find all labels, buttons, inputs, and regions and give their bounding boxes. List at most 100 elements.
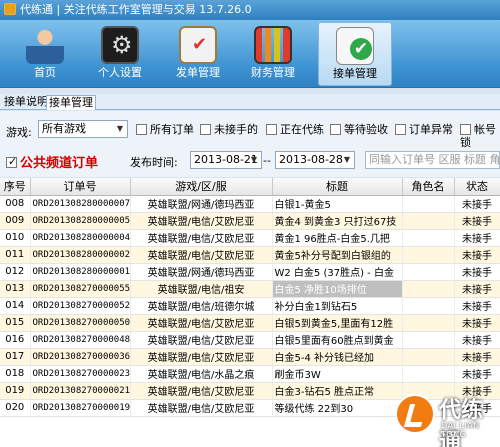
table-cell: ORD2013082700000369 [30, 348, 131, 366]
finance-chart-icon [254, 26, 292, 64]
table-cell: 010 [0, 229, 31, 247]
table-cell: ORD2013082800000010 [30, 263, 131, 281]
table-cell: 英雄联盟/电信/祖安 [130, 280, 273, 298]
column-header[interactable]: 角色名 [402, 178, 455, 196]
table-cell: 英雄联盟/电信/艾欧尼亚 [130, 331, 273, 349]
chevron-down-icon: ▼ [116, 124, 124, 133]
table-cell: 英雄联盟/电信/艾欧尼亚 [130, 382, 273, 400]
ribbon-home-button[interactable]: 首页 [8, 22, 82, 86]
table-cell: 白金5-4 补分钱已经加 [272, 348, 403, 366]
table-cell: ORD2013082700000502 [30, 314, 131, 332]
table-row[interactable]: 014 ORD2013082700000527 英雄联盟/电信/班德尔城 补分白金1到… [0, 297, 500, 315]
table-cell: 白金5 净胜10场排位 [272, 280, 403, 298]
table-cell: ORD2013082700000486 [30, 331, 131, 349]
accept-order-icon [336, 27, 374, 65]
table-row[interactable]: 009 ORD2013082800000056 英雄联盟/电信/艾欧尼亚 黄金4 到黄… [0, 212, 500, 230]
checkbox-label: 等待验收 [344, 123, 388, 136]
checkbox-label: 所有订单 [150, 123, 194, 136]
checkbox-box [460, 124, 471, 135]
table-row[interactable]: 016 ORD2013082700000486 英雄联盟/电信/艾欧尼亚 白银5里面有… [0, 331, 500, 349]
checkbox-order-exception[interactable]: 订单异常 [395, 123, 453, 137]
tab-accept-management[interactable]: 接单管理 [46, 95, 96, 110]
table-cell [402, 280, 455, 298]
table-cell: 英雄联盟/网通/德玛西亚 [130, 195, 273, 213]
checkbox-all-orders[interactable]: 所有订单 [136, 123, 194, 137]
table-cell: 011 [0, 246, 31, 264]
checkbox-not-accepted[interactable]: 未接手的 [200, 123, 258, 137]
table-row[interactable]: 015 ORD2013082700000502 英雄联盟/电信/艾欧尼亚 白银5到黄金… [0, 314, 500, 332]
table-cell [402, 297, 455, 315]
settings-icon [101, 26, 139, 64]
table-row[interactable]: 010 ORD2013082800000049 英雄联盟/电信/艾欧尼亚 黄金1 96… [0, 229, 500, 247]
game-select[interactable]: 所有游戏 ▼ [38, 120, 128, 138]
brand-watermark: 代练通 DAI LIAN TONG [395, 390, 500, 447]
checkbox-box [266, 124, 277, 135]
game-select-value: 所有游戏 [42, 122, 86, 135]
table-cell: 012 [0, 263, 31, 281]
table-cell: 白金3-钻石5 胜点正常 [272, 382, 403, 400]
checkbox-awaiting-review[interactable]: 等待验收 [330, 123, 388, 137]
table-cell: 014 [0, 297, 31, 315]
table-cell: 未接手 [454, 280, 500, 298]
ribbon-publish-button[interactable]: 发单管理 [161, 22, 235, 86]
table-row[interactable]: 011 ORD2013082800000025 英雄联盟/电信/艾欧尼亚 黄金5补分号… [0, 246, 500, 264]
table-cell: W2 白金5 (37胜点) - 白金 [272, 263, 403, 281]
table-row[interactable]: 017 ORD2013082700000369 英雄联盟/电信/艾欧尼亚 白金5-4 … [0, 348, 500, 366]
table-cell [402, 212, 455, 230]
column-header[interactable]: 订单号 [30, 178, 131, 196]
date-to-picker[interactable]: 2013-08-28 ▼ [275, 151, 355, 169]
table-cell: 白银1-黄金5 [272, 195, 403, 213]
checkbox-box [395, 124, 406, 135]
app-logo-icon [4, 3, 16, 15]
table-cell: ORD2013082800000049 [30, 229, 131, 247]
table-cell: 英雄联盟/电信/艾欧尼亚 [130, 229, 273, 247]
table-cell: 015 [0, 314, 31, 332]
clipboard-icon [179, 26, 217, 64]
ribbon-home-label: 首页 [34, 66, 56, 79]
column-header[interactable]: 标题 [272, 178, 403, 196]
column-header[interactable]: 状态 [454, 178, 500, 196]
table-cell [402, 246, 455, 264]
date-to-value: 2013-08-28 [279, 153, 343, 166]
table-cell [402, 331, 455, 349]
window-title: 代练通 | 关注代练工作室管理与交易 13.7.26.0 [20, 3, 252, 16]
ribbon-settings-button[interactable]: 个人设置 [83, 22, 157, 86]
column-header[interactable]: 游戏/区/服 [130, 178, 273, 196]
table-cell: 英雄联盟/电信/艾欧尼亚 [130, 348, 273, 366]
date-from-picker[interactable]: 2013-08-21 ▼ [190, 151, 262, 169]
table-cell: 黄金5补分号配到白银组的 [272, 246, 403, 264]
table-row[interactable]: 013 ORD2013082700000558 英雄联盟/电信/祖安 白金5 净胜10… [0, 280, 500, 298]
chevron-down-icon: ▼ [343, 155, 351, 164]
column-header[interactable]: 序号 [0, 178, 31, 196]
table-cell [402, 314, 455, 332]
home-icon [26, 26, 64, 64]
chevron-down-icon: ▼ [250, 155, 258, 164]
table-cell: 018 [0, 365, 31, 383]
tab-accept-instructions[interactable]: 接单说明 [2, 95, 50, 110]
table-cell: 未接手 [454, 212, 500, 230]
checkbox-in-progress[interactable]: 正在代练 [266, 123, 324, 137]
public-channel-label: 公共频道订单 [20, 156, 99, 171]
table-cell: 017 [0, 348, 31, 366]
ribbon-accept-orders-button[interactable]: 接单管理 [318, 22, 392, 86]
ribbon-accept-label: 接单管理 [333, 67, 377, 80]
table-row[interactable]: 008 ORD2013082800000077 英雄联盟/网通/德玛西亚 白银1-黄金… [0, 195, 500, 213]
table-cell: 008 [0, 195, 31, 213]
watermark-subtext: DAI LIAN TONG [441, 421, 480, 439]
table-cell: 013 [0, 280, 31, 298]
search-input[interactable]: 同输入订单号 区服 标题 角色 [365, 151, 500, 169]
table-cell: 020 [0, 399, 31, 417]
table-cell: ORD2013082800000077 [30, 195, 131, 213]
tab-strip: 接单说明 接单管理 [0, 94, 500, 110]
ribbon-finance-button[interactable]: 财务管理 [236, 22, 310, 86]
game-filter-label: 游戏: [6, 126, 32, 139]
table-row[interactable]: 018 ORD2013082700000235 英雄联盟/电信/水晶之痕 刷金币3W 未… [0, 365, 500, 383]
public-channel-toggle[interactable]: 公共频道订单 [6, 152, 98, 171]
table-cell: 未接手 [454, 246, 500, 264]
checkbox-box [136, 124, 147, 135]
table-cell: 英雄联盟/电信/艾欧尼亚 [130, 246, 273, 264]
table-cell [402, 195, 455, 213]
checkbox-account-locked[interactable]: 帐号锁 [460, 123, 500, 149]
table-row[interactable]: 012 ORD2013082800000010 英雄联盟/网通/德玛西亚 W2 白金5… [0, 263, 500, 281]
table-cell: 未接手 [454, 263, 500, 281]
